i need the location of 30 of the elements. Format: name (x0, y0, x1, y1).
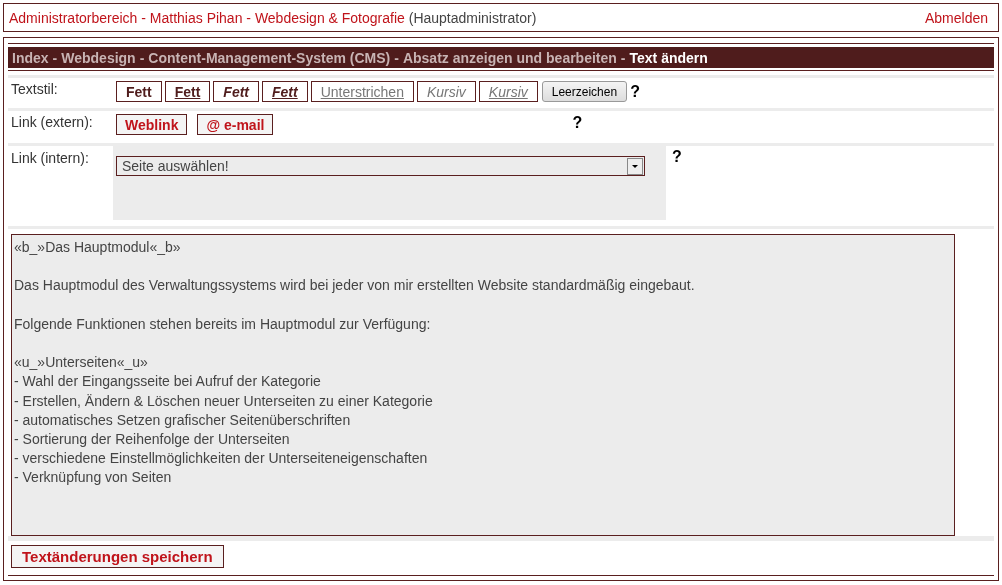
format-button[interactable]: Fett (116, 81, 162, 103)
help-mark[interactable]: ? (572, 114, 583, 133)
breadcrumb-separator: - (139, 49, 145, 66)
field-label: Textstil: (10, 80, 59, 100)
format-button[interactable]: Unterstrichen (310, 81, 414, 103)
breadcrumb-item[interactable]: Webdesign (61, 49, 136, 66)
save-button[interactable]: Textänderungen speichern (11, 545, 224, 568)
text-editor[interactable]: «b_»Das Hauptmodul«_b» Das Hauptmodul des Verwaltungssystems wird bei jeder von mir erstellten Website standardmäßig eingebaut. Folgende Funktionen stehen bereits im Hauptmodul zur Verfügung: «u_»Unterseiten«_u» - Wahl der Eingangsseite bei Aufruf der Kategorie - Erstellen, Ändern & Löschen neuer Unterseiten zu einer Kategorie - automatisches Setzen grafischer Seitenüberschriften - Sortierung der Reihenfolge der Unterseiten - verschiedene Einstellmöglichkeiten der Unterseiteneigenschaften - Verknüpfung von Seiten (11, 234, 955, 536)
site-title: Administratorbereich - Matthias Pihan - Webdesign & Fotografie (9, 9, 405, 26)
link-button[interactable]: @ e-mail (197, 114, 274, 136)
breadcrumb-separator: - (620, 49, 626, 66)
role-label: (Hauptadministrator) (408, 9, 537, 26)
link-button[interactable]: Weblink (116, 114, 188, 136)
breadcrumb-separator: - (394, 49, 399, 66)
field-label: Link (extern): (10, 113, 94, 133)
breadcrumb-item[interactable]: Absatz anzeigen und bearbeiten (402, 49, 617, 66)
breadcrumb-item[interactable]: Index (12, 49, 49, 66)
format-button[interactable]: Fett (213, 81, 259, 103)
logout-link[interactable]: Abmelden (924, 9, 988, 26)
space-button[interactable]: Leerzeichen (541, 81, 628, 103)
format-button[interactable]: Fett (262, 81, 308, 103)
format-button[interactable]: Kursiv (478, 81, 538, 103)
help-mark[interactable]: ? (672, 148, 682, 166)
breadcrumb-item: Text ändern (629, 49, 708, 66)
format-button[interactable]: Kursiv (416, 81, 476, 103)
help-mark[interactable]: ? (630, 82, 640, 101)
breadcrumb-separator: - (52, 49, 58, 66)
format-button[interactable]: Fett (164, 81, 211, 103)
breadcrumb-item[interactable]: Content-Management-System (CMS) (148, 49, 391, 66)
page-select[interactable]: Seite auswählen! (116, 156, 645, 177)
